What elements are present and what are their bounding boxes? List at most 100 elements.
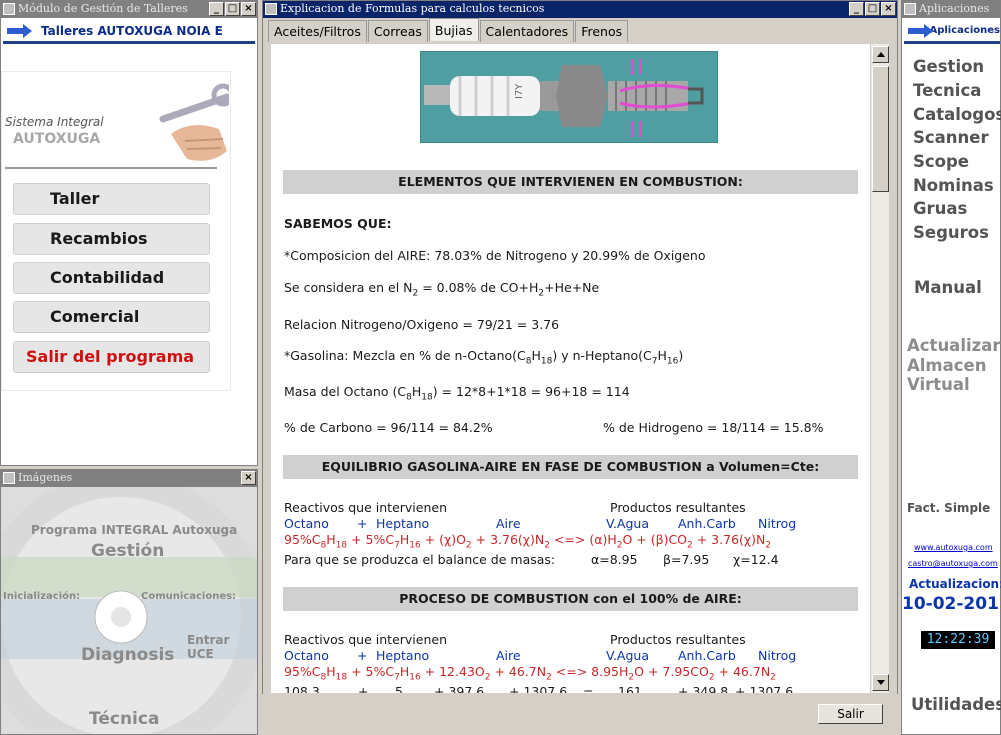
equation-1: 95%C8H18 + 5%C7H16 + (χ)O2 + 3.76(χ)N2 <… [284,532,772,551]
arrow-right-icon [908,23,934,38]
app-icon [904,3,916,15]
actualizar-link[interactable]: Actualizar [907,336,1001,355]
mass-value: + 1307.6 [509,684,568,693]
mass-value: 161 [618,684,642,693]
scope-link[interactable]: Scope [913,152,969,171]
recambios-button[interactable]: Recambios [13,223,210,255]
section-equilibrio: EQUILIBRIO GASOLINA-AIRE EN FASE DE COMB… [283,455,858,479]
tab-frenos[interactable]: Frenos [575,20,629,42]
vertical-scrollbar[interactable] [870,44,889,693]
carbono-text: % de Carbono = 96/114 = 84.2% [284,420,493,435]
imagenes-window: Imágenes × Programa INTEGRAL Autoxuga Ge… [0,469,258,735]
balance-text: Para que se produzca el balance de masas… [284,552,556,567]
digital-clock: 12:22:39 [921,631,995,649]
mass-value: + 349.8 [678,684,729,693]
title-bar[interactable]: Imágenes × [1,470,257,487]
catalogos-link[interactable]: Catalogos [913,105,1001,124]
salir-button[interactable]: Salir [818,704,883,724]
minimize-button[interactable]: _ [849,2,864,16]
gestion-talleres-window: Módulo de Gestión de Talleres _ □ × Tall… [0,0,258,466]
aire-label: Aire [496,648,521,663]
taller-button[interactable]: Taller [13,183,210,215]
system-title: Sistema Integral [5,115,104,129]
close-button[interactable]: × [881,2,896,16]
cd-text-gestion: Gestión [91,541,165,561]
equation-2: 95%C8H18 + 5%C7H16 + 12.43O2 + 46.7N2 <=… [284,664,776,683]
productos-label: Productos resultantes [610,500,746,515]
scroll-up-button[interactable] [872,46,889,63]
tab-calentadores[interactable]: Calentadores [479,20,575,42]
maximize-button[interactable]: □ [865,2,880,16]
hidrogeno-text: % de Hidrogeno = 18/114 = 15.8% [603,420,824,435]
plus-sign: + [357,648,368,663]
plus-sign: + [357,516,368,531]
mass-value: + 1307.6 [735,684,794,693]
alpha-value: α=8.95 [591,552,638,567]
cd-text-diagnosis: Diagnosis [81,645,175,665]
email-link[interactable]: castro@autoxuga.com [908,559,998,568]
comercial-button[interactable]: Comercial [13,301,210,333]
relacion-text: Relacion Nitrogeno/Oxigeno = 79/21 = 3.7… [284,317,560,332]
mass-value: + 397.6 [434,684,485,693]
spark-plug-image: I7Y [420,51,718,143]
window-title: Explicacion de Formulas para calculos te… [280,2,545,15]
chi-value: χ=12.4 [733,552,779,567]
cd-text-tecnica: Técnica [89,709,160,729]
masa-octano-text: Masa del Octano (C8H18) = 12*8+1*18 = 96… [284,384,630,403]
app-icon [265,3,277,15]
scanner-link[interactable]: Scanner [913,128,989,147]
mass-value: 5 [395,684,403,693]
fact-simple-link[interactable]: Fact. Simple [907,501,990,515]
mass-value: = [583,684,594,693]
anhcarb-label: Anh.Carb [678,516,736,531]
tecnica-link[interactable]: Tecnica [913,81,981,100]
system-brand: AUTOXUGA [13,131,101,147]
app-icon [3,472,15,484]
title-bar[interactable]: Explicacion de Formulas para calculos te… [263,1,897,18]
title-bar[interactable]: Módulo de Gestión de Talleres _ □ × [1,1,257,18]
utilidades-link[interactable]: Utilidades [911,695,1001,714]
reactivos-label: Reactivos que intervienen [284,632,447,647]
arrow-right-icon [7,23,35,38]
plug-label: I7Y [514,83,525,99]
gruas-link[interactable]: Gruas [913,199,967,218]
mass-value: + [358,684,369,693]
cd-image: Programa INTEGRAL Autoxuga Gestión Inici… [1,487,257,734]
virtual-link[interactable]: Virtual [907,375,970,394]
close-button[interactable]: × [241,2,256,16]
octano-label: Octano [284,516,329,531]
reactivos-label: Reactivos que intervienen [284,500,447,515]
octano-label: Octano [284,648,329,663]
gasolina-text: *Gasolina: Mezcla en % de n-Octano(C8H18… [284,348,684,367]
heptano-label: Heptano [376,516,430,531]
website-link[interactable]: www.autoxuga.com [914,543,993,552]
seguros-link[interactable]: Seguros [913,223,989,242]
contabilidad-button[interactable]: Contabilidad [13,262,210,294]
nitrog-label: Nitrog [758,516,797,531]
scroll-down-button[interactable] [872,674,889,691]
minimize-button[interactable]: _ [209,2,224,16]
header-ribbon: Talleres AUTOXUGA NOIA E [3,20,255,44]
manual-link[interactable]: Manual [914,278,982,297]
almacen-link[interactable]: Almacen [907,356,986,375]
productos-label: Productos resultantes [610,632,746,647]
cd-text-programa: Programa INTEGRAL Autoxuga [31,523,238,537]
close-button[interactable]: × [241,471,256,485]
maximize-button[interactable]: □ [225,2,240,16]
window-title: Módulo de Gestión de Talleres [18,2,188,15]
nominas-link[interactable]: Nominas [913,176,994,195]
sabemos-text: SABEMOS QUE: [284,216,392,231]
scroll-thumb[interactable] [872,66,889,192]
gestion-link[interactable]: Gestion [913,57,984,76]
window-title: Imágenes [18,471,73,484]
salir-programa-button[interactable]: Salir del programa [13,341,210,373]
header-ribbon: Aplicaciones [904,20,1000,44]
formula-content: I7Y ELEMENTOS QUE INTERVIENEN EN COMBUST… [271,44,870,693]
tab-aceites-filtros[interactable]: Aceites/Filtros [268,20,367,42]
title-bar[interactable]: Aplicaciones [902,1,1000,18]
n2-text: Se considera en el N2 = 0.08% de CO+H2+H… [284,280,600,299]
divider [5,167,217,169]
tab-correas[interactable]: Correas [367,20,428,42]
tab-bujias[interactable]: Bujias [428,18,479,41]
beta-value: β=7.95 [663,552,710,567]
